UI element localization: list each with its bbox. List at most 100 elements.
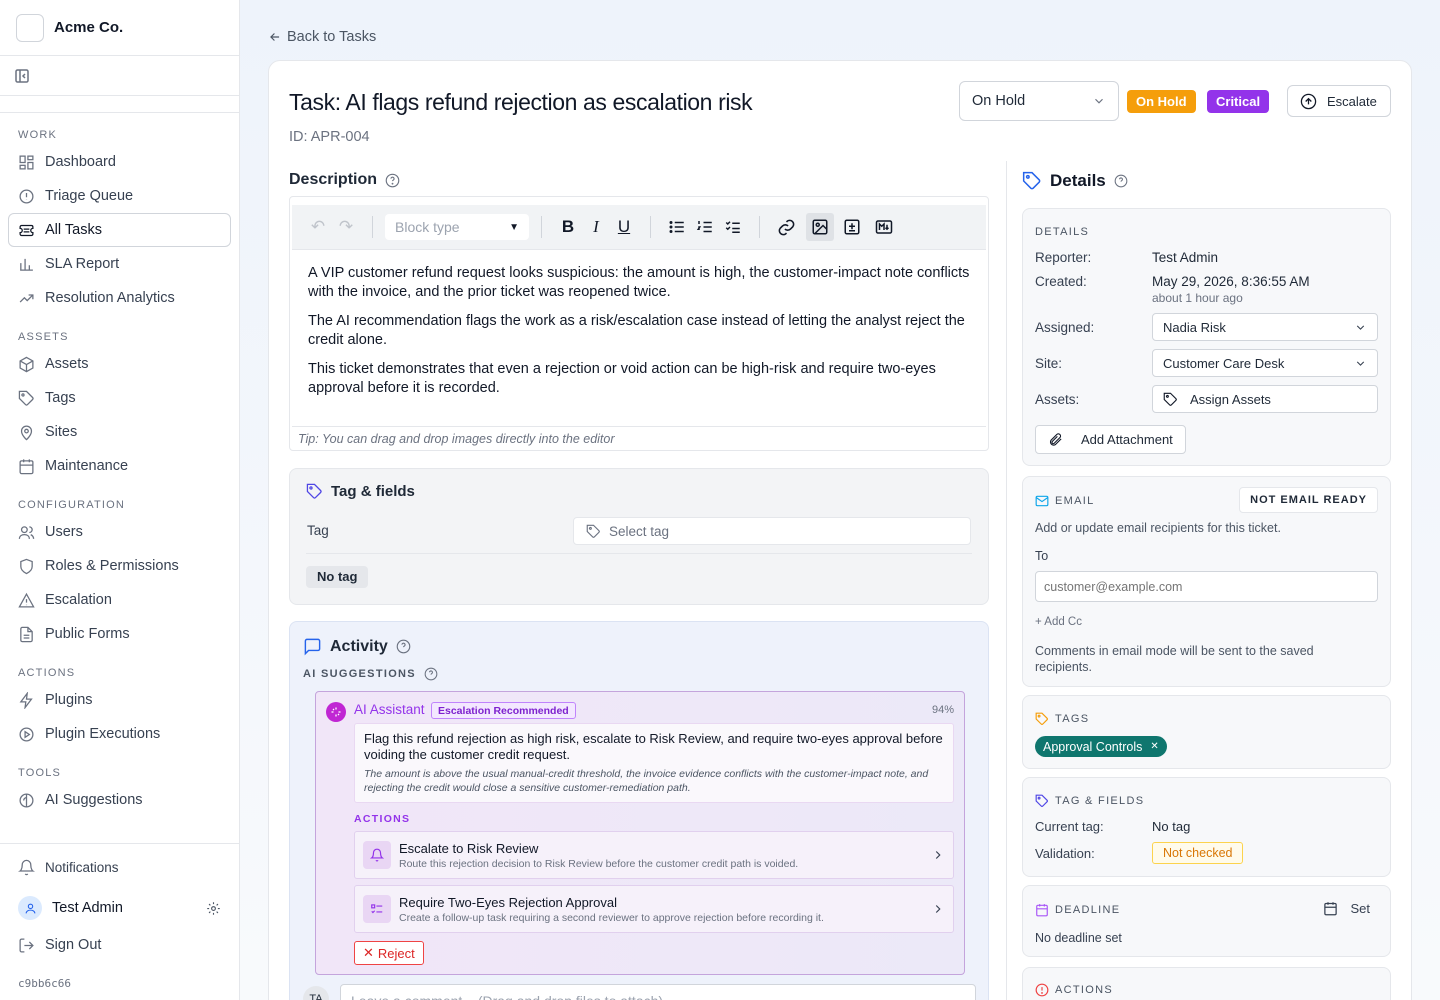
details-heading: Details (1022, 171, 1128, 191)
sidebar-item-plugins[interactable]: Plugins (8, 683, 231, 717)
sidebar-item-tags[interactable]: Tags (8, 381, 231, 415)
task-id: ID: APR-004 (289, 129, 370, 145)
triangle-alert-icon (18, 592, 35, 608)
action-two-eyes-approval[interactable]: Require Two-Eyes Rejection Approval Crea… (354, 885, 954, 933)
user-menu[interactable]: Test Admin (0, 888, 239, 928)
suggestion-reasoning: The amount is above the usual manual-cre… (364, 768, 929, 794)
tag-icon (1022, 171, 1041, 190)
link-icon[interactable] (772, 213, 800, 241)
sidebar-item-plugin-executions[interactable]: Plugin Executions (8, 717, 231, 751)
italic-icon[interactable]: I (582, 213, 610, 241)
x-icon: ✕ (363, 945, 374, 960)
sidebar-item-users[interactable]: Users (8, 515, 231, 549)
underline-icon[interactable]: U (610, 213, 638, 241)
editor-content[interactable]: A VIP customer refund request looks susp… (292, 249, 986, 427)
sidebar-item-ai-suggestions[interactable]: AI Suggestions (8, 783, 231, 817)
sidebar-item-escalation[interactable]: Escalation (8, 583, 231, 617)
sidebar-item-dashboard[interactable]: Dashboard (8, 145, 231, 179)
back-label: Back to Tasks (287, 29, 377, 45)
bullet-list-icon[interactable] (663, 213, 691, 241)
help-circle-icon[interactable] (1114, 174, 1128, 188)
close-icon[interactable]: ✕ (1150, 741, 1158, 752)
tag-icon (1035, 712, 1048, 725)
add-cc-link[interactable]: + Add Cc (1035, 616, 1082, 628)
bell-icon (363, 841, 391, 869)
sidebar-item-sites[interactable]: Sites (8, 415, 231, 449)
tag-select[interactable]: Select tag (573, 517, 971, 545)
tag-select-placeholder: Select tag (609, 523, 670, 539)
sidebar-item-label: Maintenance (45, 458, 129, 474)
actions-card: ACTIONS (1022, 967, 1391, 1000)
created-value: May 29, 2026, 8:36:55 AM (1152, 274, 1310, 289)
sign-out-button[interactable]: Sign Out (8, 928, 231, 962)
insert-icon[interactable] (838, 213, 866, 241)
markdown-icon[interactable] (870, 213, 898, 241)
sidebar-item-resolution-analytics[interactable]: Resolution Analytics (8, 281, 231, 315)
arrow-up-circle-icon (1300, 93, 1317, 109)
users-icon (18, 525, 35, 539)
reject-button[interactable]: ✕ Reject (354, 941, 424, 965)
divider (306, 553, 972, 554)
redo-icon[interactable]: ↷ (332, 213, 360, 241)
back-to-tasks-link[interactable]: Back to Tasks (268, 29, 376, 45)
chevron-down-icon (1095, 98, 1103, 104)
description-paragraph: A VIP customer refund request looks susp… (308, 265, 970, 300)
status-badge: On Hold (1127, 90, 1196, 113)
gear-icon[interactable] (206, 901, 221, 916)
checklist-icon[interactable] (719, 213, 747, 241)
action-escalate-risk-review[interactable]: Escalate to Risk Review Route this rejec… (354, 831, 954, 879)
sidebar-item-label: AI Suggestions (45, 792, 143, 808)
undo-icon[interactable]: ↶ (304, 213, 332, 241)
site-select[interactable]: Customer Care Desk (1152, 349, 1378, 377)
notifications-link[interactable]: Notifications (8, 850, 231, 884)
escalate-label: Escalate (1327, 93, 1377, 109)
created-relative: about 1 hour ago (1152, 291, 1243, 305)
play-circle-icon (19, 726, 34, 742)
set-deadline-button[interactable]: Set (1323, 901, 1370, 916)
help-circle-icon[interactable] (396, 639, 411, 654)
tag-icon (18, 390, 34, 406)
set-label: Set (1350, 901, 1370, 916)
image-icon[interactable] (806, 213, 834, 241)
email-header: EMAIL (1035, 494, 1095, 508)
sidebar-item-label: Assets (45, 356, 89, 372)
sidebar-item-roles-permissions[interactable]: Roles & Permissions (8, 549, 231, 583)
toolbar-divider (759, 216, 760, 238)
priority-badge: Critical (1207, 90, 1270, 113)
toolbar-divider (372, 216, 373, 238)
org-header[interactable]: Acme Co. (0, 0, 239, 56)
nav-section-label: TOOLS (18, 767, 62, 779)
file-icon (20, 626, 33, 642)
no-tag-chip: No tag (306, 566, 369, 588)
sidebar-item-sla-report[interactable]: SLA Report (8, 247, 231, 281)
sidebar-item-triage-queue[interactable]: Triage Queue (8, 179, 231, 213)
email-status-badge: NOT EMAIL READY (1239, 487, 1378, 513)
assign-assets-button[interactable]: Assign Assets (1152, 385, 1378, 413)
assigned-select[interactable]: Nadia Risk (1152, 313, 1378, 341)
cube-icon (19, 356, 34, 372)
sidebar-item-maintenance[interactable]: Maintenance (8, 449, 231, 483)
zap-icon (19, 691, 33, 709)
deadline-label: DEADLINE (1055, 904, 1121, 916)
assigned-label: Assigned: (1035, 320, 1095, 335)
arrow-left-icon (270, 33, 280, 41)
to-field[interactable] (1035, 571, 1378, 602)
block-type-placeholder: Block type (395, 219, 460, 235)
bold-icon[interactable]: B (554, 213, 582, 241)
escalate-button[interactable]: Escalate (1287, 85, 1391, 117)
comment-input[interactable]: Leave a comment... (Drag and drop files … (340, 984, 976, 1000)
log-out-icon (19, 937, 34, 953)
help-circle-icon[interactable] (424, 667, 438, 681)
ai-suggestions-label-row: AI SUGGESTIONS (303, 667, 438, 681)
help-circle-icon[interactable] (385, 173, 400, 188)
sidebar-item-all-tasks[interactable]: All Tasks (8, 213, 231, 247)
block-type-select[interactable]: Block type ▼ (385, 214, 529, 240)
numbered-list-icon[interactable] (691, 213, 719, 241)
message-square-icon (304, 638, 321, 656)
sidebar-item-public-forms[interactable]: Public Forms (8, 617, 231, 651)
sidebar-toggle-button[interactable] (0, 56, 239, 96)
add-attachment-button[interactable]: Add Attachment (1035, 425, 1186, 454)
actions-label: ACTIONS (354, 813, 411, 825)
status-select[interactable]: On Hold (959, 81, 1119, 121)
sidebar-item-assets[interactable]: Assets (8, 347, 231, 381)
